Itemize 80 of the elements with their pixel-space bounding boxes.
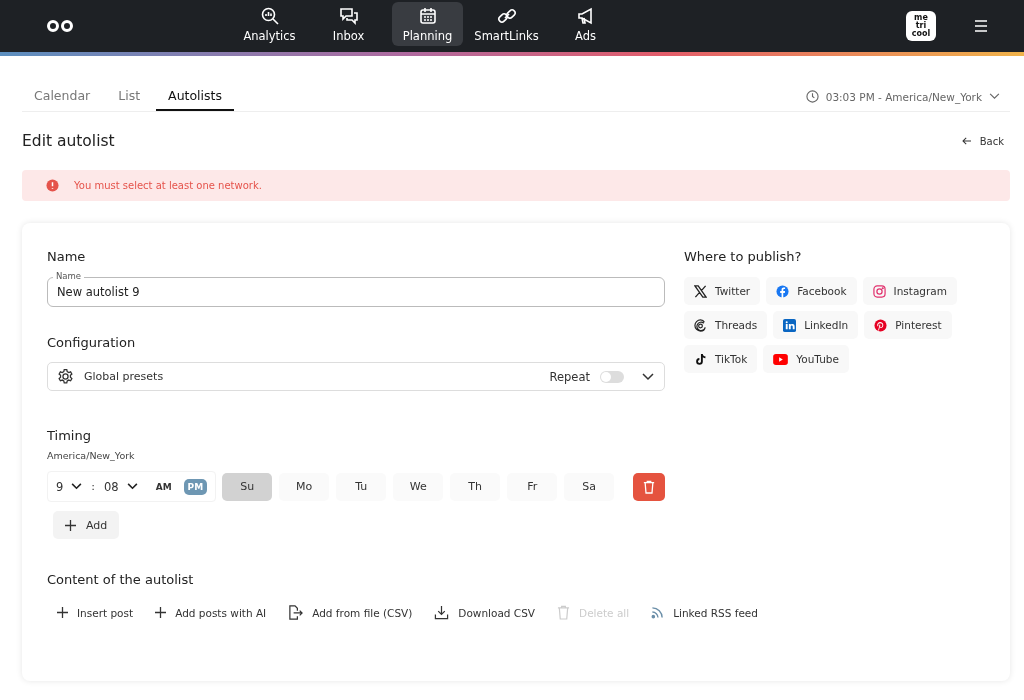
plus-icon (65, 519, 76, 531)
name-input-field[interactable]: Name New autolist 9 (47, 270, 665, 307)
time-separator: : (91, 480, 96, 493)
file-export-icon (288, 605, 304, 620)
section-heading: Timing (47, 428, 92, 443)
tab[interactable]: List (106, 82, 153, 111)
network-chip[interactable]: LinkedIn (773, 311, 859, 339)
network-chip[interactable]: Pinterest (864, 311, 952, 339)
nav-item[interactable]: Inbox (313, 2, 384, 46)
chain-link-icon (496, 6, 517, 26)
weekday-toggle[interactable]: Tu (336, 472, 387, 501)
chevron-down-icon (71, 483, 83, 490)
nav-item[interactable]: Ads (550, 2, 621, 46)
youtube-logo-icon (773, 353, 789, 365)
weekday-toggle[interactable]: Sa (564, 472, 615, 501)
timezone-label: America/New_York (47, 450, 136, 461)
minute-select[interactable]: 08 (104, 479, 138, 494)
nav-item[interactable]: Analytics (234, 2, 305, 46)
repeat-toggle[interactable] (600, 370, 624, 383)
plus-icon (155, 607, 167, 618)
weekday-toggle[interactable]: Th (450, 472, 501, 501)
content-action-button[interactable]: Insert post (57, 605, 134, 620)
timezone-selector[interactable]: 03:03 PM - America/New_York (799, 89, 1010, 104)
gear-icon (57, 368, 74, 385)
clock-icon (805, 90, 819, 103)
section-heading: Configuration (47, 335, 137, 350)
hour-select[interactable]: 9 (56, 479, 83, 494)
configuration-dropdown[interactable]: Global presets Repeat (47, 362, 665, 391)
tiktok-logo-icon (694, 352, 707, 366)
period-toggle[interactable]: AM (151, 478, 176, 495)
weekday-toggle[interactable]: Mo (279, 472, 330, 501)
download-icon (434, 605, 450, 620)
calendar-icon (417, 6, 438, 26)
magnifier-chart-icon (259, 6, 280, 26)
threads-logo-icon (694, 318, 707, 332)
content-action-button[interactable]: Download CSV (434, 605, 536, 620)
network-chip[interactable]: Threads (684, 311, 768, 339)
weekday-toggle[interactable]: Su (222, 472, 273, 501)
preset-label: Global presets (84, 370, 164, 383)
back-button[interactable]: Back (955, 134, 1010, 148)
alert-message: You must select at least one network. (74, 180, 262, 191)
rss-icon (651, 606, 665, 619)
network-chip[interactable]: TikTok (684, 345, 758, 373)
linkedin-logo-icon (783, 318, 797, 332)
tab[interactable]: Autolists (156, 82, 234, 111)
nav-item[interactable]: Planning (392, 2, 463, 46)
instagram-logo-icon (872, 284, 886, 298)
section-heading: Name (47, 249, 87, 264)
network-chip[interactable]: Twitter (684, 277, 761, 305)
logo-icon[interactable] (46, 19, 74, 33)
trash-icon (643, 479, 656, 494)
section-heading: Content of the autolist (47, 572, 195, 587)
pinterest-logo-icon (874, 318, 888, 332)
repeat-label: Repeat (549, 369, 590, 384)
add-time-button[interactable]: Add (53, 511, 120, 539)
network-chip[interactable]: Instagram (862, 277, 957, 305)
content-action-button[interactable]: Linked RSS feed (651, 605, 758, 620)
x-logo-icon (694, 284, 707, 298)
facebook-logo-icon (776, 284, 790, 298)
trash-icon (557, 605, 571, 620)
arrow-left-icon (961, 137, 972, 145)
chevron-down-icon (126, 483, 138, 490)
network-chip[interactable]: YouTube (763, 345, 849, 373)
content-action-button[interactable]: Add posts with AI (155, 605, 267, 620)
brand-badge[interactable]: me tri cool (906, 11, 936, 41)
page-title: Edit autolist (22, 132, 115, 150)
content-action-button[interactable]: Add from file (CSV) (288, 605, 413, 620)
plus-icon (57, 607, 68, 618)
tab[interactable]: Calendar (22, 82, 103, 111)
exclamation-icon (46, 179, 59, 192)
weekday-toggle[interactable]: We (393, 472, 444, 501)
chevron-down-icon (989, 93, 1000, 100)
network-chip[interactable]: Facebook (766, 277, 857, 305)
delete-button[interactable] (633, 472, 665, 501)
nav-item[interactable]: SmartLinks (471, 2, 542, 46)
section-heading: Where to publish? (684, 249, 803, 264)
weekday-toggle[interactable]: Fr (507, 472, 558, 501)
chat-bubbles-icon (338, 6, 359, 26)
menu-icon[interactable] (974, 20, 988, 32)
chevron-down-icon[interactable] (642, 372, 654, 381)
